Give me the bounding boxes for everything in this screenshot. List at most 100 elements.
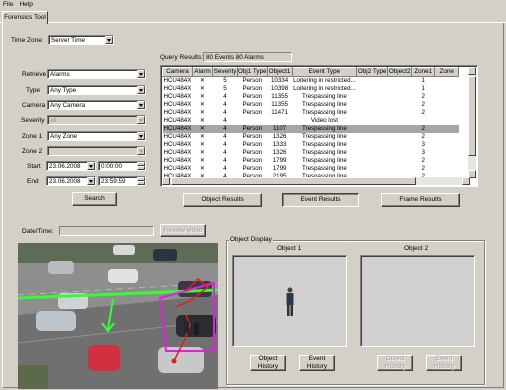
search-button[interactable]: Search [72, 192, 117, 206]
video-frame[interactable] [18, 243, 218, 389]
table-cell: 4 [223, 109, 227, 116]
timezone-select[interactable]: Server Time [48, 35, 114, 45]
spin-buttons[interactable] [137, 177, 145, 185]
table-cell [387, 125, 412, 133]
object2-history-button[interactable]: Object History [377, 355, 413, 371]
scroll-left-icon[interactable] [162, 177, 170, 185]
scroll-up-icon[interactable] [468, 67, 476, 75]
object-results-button[interactable]: Object Results [183, 193, 262, 207]
end-date-picker[interactable]: 23.06.2008 [46, 176, 96, 186]
start-label: Start [27, 163, 41, 170]
menu-file[interactable]: File [3, 0, 13, 9]
table-cell [388, 93, 412, 101]
chevron-down-icon[interactable] [137, 132, 145, 140]
horizontal-scrollbar[interactable] [162, 177, 470, 185]
start-time-field[interactable]: 0:00:00 [98, 161, 146, 171]
table-cell [435, 117, 459, 125]
column-header[interactable]: Event Type [291, 67, 358, 77]
table-cell: HCU484X [163, 157, 192, 164]
column-header[interactable]: Zone [434, 67, 460, 77]
table-cell: ✕ [199, 141, 206, 148]
spin-buttons[interactable] [137, 162, 145, 170]
object-display-title: Object Display [229, 236, 273, 244]
results-table[interactable]: Camera Alarm Severity Obj1 Type Object1 Event… [160, 65, 478, 187]
chevron-down-icon[interactable] [105, 36, 113, 44]
chevron-down-icon[interactable] [87, 177, 95, 185]
table-cell: Trespassing line [301, 133, 347, 140]
review-video-button[interactable]: Review video [160, 224, 206, 237]
severity-label: Severity [21, 117, 45, 124]
table-cell: ✕ [199, 165, 206, 172]
table-cell: Trespassing line [301, 101, 347, 108]
table-cell: Person [242, 101, 263, 108]
table-row[interactable]: HCU484X ✕ 4 Person 1326 Trespassing line 2 [163, 133, 459, 141]
column-header[interactable]: Severity [212, 67, 238, 77]
table-cell [435, 157, 459, 165]
chevron-down-icon[interactable] [137, 70, 145, 78]
table-cell: Loitering in restricted... [293, 77, 356, 84]
table-row[interactable]: HCU484X ✕ 4 Video lost [163, 117, 459, 125]
table-cell [238, 117, 268, 125]
table-row[interactable]: HCU484X ✕ 4 Person 11471 Trespassing line 2 [163, 109, 459, 117]
object1-label: Object 1 [277, 245, 302, 252]
column-header[interactable]: Zone1 [411, 67, 436, 77]
table-cell: 2 [421, 109, 425, 116]
table-cell: Person [242, 149, 263, 156]
table-cell [357, 165, 388, 173]
column-header[interactable]: Obj1 Type [237, 67, 268, 77]
column-header[interactable]: Camera [162, 67, 193, 77]
zone1-select[interactable]: Any Zone [47, 131, 146, 141]
table-row[interactable]: HCU484X ✕ 4 Person 11355 Trespassing line 2 [163, 101, 459, 109]
chevron-down-icon[interactable] [137, 101, 145, 109]
vertical-scrollbar[interactable] [468, 67, 476, 178]
table-cell [357, 117, 388, 125]
frame-results-button[interactable]: Frame Results [381, 193, 460, 207]
scroll-thumb[interactable] [468, 76, 476, 156]
object1-history-button[interactable]: Object History [250, 355, 286, 371]
table-cell: 4 [223, 157, 227, 164]
end-time-field[interactable]: 23:59:59 [98, 176, 146, 186]
camera-select[interactable]: Any Camera [47, 100, 146, 110]
table-cell [388, 85, 412, 93]
object1-event-history-button[interactable]: Event History [299, 355, 335, 371]
object2-event-history-button[interactable]: Event History [426, 355, 462, 371]
table-cell: Person [242, 157, 263, 164]
chevron-down-icon[interactable] [137, 116, 145, 124]
start-date-picker[interactable]: 23.06.2008 [46, 161, 96, 171]
table-cell: HCU484X [163, 117, 192, 124]
table-row[interactable]: HCU484X ✕ 5 Person 10334 Loitering in restric… [163, 77, 459, 86]
table-cell: ✕ [199, 77, 206, 84]
table-row[interactable]: HCU484X ✕ 4 Person 11355 Trespassing line 2 [163, 93, 459, 101]
table-row[interactable]: HCU484X ✕ 4 Person 1799 Trespassing line 2 [163, 157, 459, 165]
table-cell: HCU484X [162, 125, 193, 133]
menu-help[interactable]: Help [19, 0, 32, 9]
column-header[interactable]: Alarm [192, 67, 213, 77]
zone2-select[interactable] [47, 146, 146, 156]
chevron-down-icon[interactable] [137, 86, 145, 94]
event-results-button[interactable]: Event Results [282, 193, 359, 207]
table-row[interactable]: HCU484X ✕ 4 Person 1799 Trespassing line 2 [163, 165, 459, 173]
table-cell: ✕ [192, 125, 213, 133]
table-cell [388, 149, 412, 157]
scroll-right-icon[interactable] [462, 177, 470, 185]
scroll-thumb[interactable] [171, 177, 416, 185]
table-row[interactable]: HCU484X ✕ 4 Person 1326 Trespassing line 3 [163, 149, 459, 157]
type-value: Any Type [50, 87, 77, 94]
column-header[interactable]: Object2 [387, 67, 413, 77]
table-cell [412, 117, 435, 125]
datetime-label: Date/Time: [22, 228, 54, 235]
severity-select[interactable]: all [47, 115, 146, 125]
chevron-down-icon[interactable] [137, 147, 145, 155]
table-cell: 4 [223, 101, 227, 108]
query-results-label: Query Results: [160, 54, 203, 61]
table-cell: 4 [223, 165, 227, 172]
table-row[interactable]: HCU484X ✕ 5 Person 10398 Loitering in restric… [163, 85, 459, 93]
table-row[interactable]: HCU484X ✕ 4 Person 1333 Trespassing line 3 [163, 141, 459, 149]
column-header[interactable]: Object1 [266, 67, 293, 77]
type-select[interactable]: Any Type [47, 85, 146, 95]
column-header[interactable]: Obj2 Type [356, 67, 389, 77]
retrieve-select[interactable]: Alarms [47, 69, 146, 79]
table-cell: Loitering in restricted... [293, 85, 356, 92]
table-row[interactable]: HCU484X ✕ 4 Person 1107 Trespassing line 2 [162, 125, 459, 133]
chevron-down-icon[interactable] [87, 162, 95, 170]
